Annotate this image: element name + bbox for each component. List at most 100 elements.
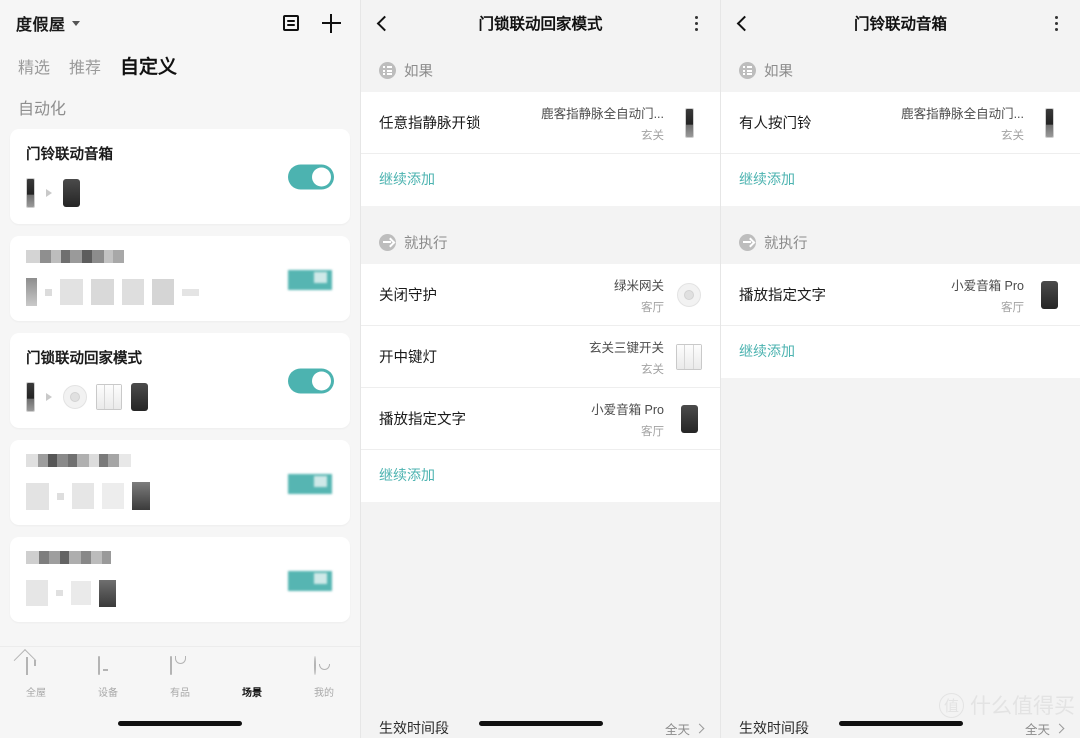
nav-label: 场景 xyxy=(242,688,262,699)
automation-toggle[interactable] xyxy=(284,565,336,595)
arrow-separator-icon xyxy=(46,393,52,401)
trigger-name: 任意指静脉开锁 xyxy=(379,116,481,132)
automation-toggle[interactable] xyxy=(284,468,336,498)
automation-list-panel: 度假屋 精选 推荐 自定义 自动化 门铃联动音箱 门锁联动回家模式 全屋 设备 … xyxy=(0,0,360,738)
detail-body: 如果 任意指静脉开锁 鹿客指静脉全自动门... 玄关 继续添加 就执行 关闭守护… xyxy=(361,46,720,502)
three-key-switch-icon xyxy=(96,384,122,410)
nav-item-devices[interactable]: 设备 xyxy=(72,656,144,699)
continue-add-link[interactable]: 继续添加 xyxy=(379,467,435,483)
home-icon xyxy=(25,657,47,678)
nav-item-youpin[interactable]: 有品 xyxy=(144,656,216,699)
left-header: 度假屋 xyxy=(0,0,360,46)
section-title: 就执行 xyxy=(404,236,448,252)
trigger-name: 有人按门铃 xyxy=(739,116,812,132)
automation-title: 门锁联动回家模式 xyxy=(26,351,142,367)
section-header-if: 如果 xyxy=(721,46,1080,92)
action-list: 关闭守护 绿米网关 客厅 开中键灯 玄关三键开关 玄关 播放指定文字 小爱音箱 … xyxy=(361,264,720,502)
effective-period-value-wrap[interactable]: 全天 xyxy=(1025,719,1065,738)
home-name[interactable]: 度假屋 xyxy=(16,11,66,35)
effective-period-label: 生效时间段 xyxy=(379,720,449,736)
scene-hexagon-icon xyxy=(242,657,263,678)
three-key-switch-icon xyxy=(676,343,702,370)
action-row[interactable]: 播放指定文字 小爱音箱 Pro 客厅 xyxy=(361,388,720,450)
blurred-title xyxy=(26,551,334,564)
speaker-icon xyxy=(676,404,702,433)
nav-item-whole-house[interactable]: 全屋 xyxy=(0,657,72,699)
continue-add-link[interactable]: 继续添加 xyxy=(379,171,435,187)
effective-period-value-wrap[interactable]: 全天 xyxy=(664,719,705,738)
effective-period-row[interactable]: 生效时间段 全天 xyxy=(721,702,1080,738)
action-add-row[interactable]: 继续添加 xyxy=(361,450,720,502)
automation-card-blurred[interactable] xyxy=(10,440,350,525)
detail-footer: 生效时间段 全天 值 什么值得买 xyxy=(721,692,1080,738)
effective-period-value: 全天 xyxy=(664,722,690,737)
device-icon xyxy=(97,656,119,678)
nav-item-scenes[interactable]: 场景 xyxy=(216,657,288,699)
tab-featured[interactable]: 精选 xyxy=(18,54,50,78)
trigger-row[interactable]: 有人按门铃 鹿客指静脉全自动门... 玄关 xyxy=(721,92,1080,154)
device-name: 绿米网关 xyxy=(613,278,664,293)
chevron-down-icon[interactable] xyxy=(71,20,80,26)
action-row[interactable]: 开中键灯 玄关三键开关 玄关 xyxy=(361,326,720,388)
section-label-automation: 自动化 xyxy=(18,101,67,118)
kebab-menu-icon[interactable] xyxy=(1051,12,1062,35)
gateway-icon xyxy=(63,385,87,409)
room-name: 客厅 xyxy=(641,301,664,314)
automation-card-blurred[interactable] xyxy=(10,236,350,321)
page-title: 门锁联动回家模式 xyxy=(478,16,603,33)
action-name: 关闭守护 xyxy=(379,288,437,304)
shop-bag-icon xyxy=(169,656,191,678)
arrow-circle-icon xyxy=(739,234,756,251)
action-meta: 小爱音箱 Pro 客厅 xyxy=(591,399,664,439)
automation-detail-panel-doorbell: 门铃联动音箱 如果 有人按门铃 鹿客指静脉全自动门... 玄关 继续添加 就执行… xyxy=(720,0,1080,738)
door-lock-icon xyxy=(26,178,35,208)
section-header-then: 就执行 xyxy=(721,218,1080,264)
action-add-row[interactable]: 继续添加 xyxy=(721,326,1080,378)
chevron-left-icon[interactable] xyxy=(376,15,393,31)
plus-icon[interactable] xyxy=(318,10,344,36)
automation-card[interactable]: 门锁联动回家模式 xyxy=(10,333,350,428)
chevron-left-icon[interactable] xyxy=(736,15,753,31)
profile-smiley-icon xyxy=(313,656,335,678)
section-gap xyxy=(361,206,720,218)
list-circle-icon xyxy=(739,62,756,79)
action-meta: 小爱音箱 Pro 客厅 xyxy=(951,275,1024,315)
action-meta: 玄关三键开关 玄关 xyxy=(589,337,664,377)
kebab-menu-icon[interactable] xyxy=(691,12,702,35)
automation-toggle[interactable] xyxy=(284,264,336,294)
automation-card-blurred[interactable] xyxy=(10,537,350,622)
continue-add-link[interactable]: 继续添加 xyxy=(739,343,795,359)
device-name: 玄关三键开关 xyxy=(588,340,664,355)
action-name: 开中键灯 xyxy=(379,350,437,366)
detail-footer: 生效时间段 全天 xyxy=(361,702,720,738)
bottom-nav-bar: 全屋 设备 有品 场景 我的 xyxy=(0,646,360,738)
automation-toggle[interactable] xyxy=(288,368,334,393)
trigger-add-row[interactable]: 继续添加 xyxy=(721,154,1080,206)
tab-custom[interactable]: 自定义 xyxy=(120,52,177,79)
nav-item-profile[interactable]: 我的 xyxy=(288,656,360,699)
speaker-icon xyxy=(131,383,148,411)
continue-add-link[interactable]: 继续添加 xyxy=(739,171,795,187)
section-header-if: 如果 xyxy=(361,46,720,92)
automation-card[interactable]: 门铃联动音箱 xyxy=(10,129,350,224)
device-name: 鹿客指静脉全自动门... xyxy=(901,106,1024,121)
action-row[interactable]: 播放指定文字 小爱音箱 Pro 客厅 xyxy=(721,264,1080,326)
section-header-then: 就执行 xyxy=(361,218,720,264)
device-name: 鹿客指静脉全自动门... xyxy=(541,106,664,121)
trigger-row[interactable]: 任意指静脉开锁 鹿客指静脉全自动门... 玄关 xyxy=(361,92,720,154)
nav-label: 有品 xyxy=(170,688,190,699)
effective-period-label: 生效时间段 xyxy=(739,720,809,736)
section-title: 就执行 xyxy=(764,236,808,252)
tab-recommended[interactable]: 推荐 xyxy=(69,54,101,78)
action-row[interactable]: 关闭守护 绿米网关 客厅 xyxy=(361,264,720,326)
automation-toggle[interactable] xyxy=(288,164,334,189)
effective-period-row[interactable]: 生效时间段 全天 xyxy=(361,702,720,738)
trigger-add-row[interactable]: 继续添加 xyxy=(361,154,720,206)
trigger-list: 任意指静脉开锁 鹿客指静脉全自动门... 玄关 继续添加 xyxy=(361,92,720,206)
nav-label: 我的 xyxy=(314,688,334,699)
nav-label: 全屋 xyxy=(26,688,46,699)
room-name: 客厅 xyxy=(1001,301,1024,314)
section-title: 如果 xyxy=(764,64,793,80)
list-box-icon[interactable] xyxy=(278,10,304,36)
app-screenshot: 度假屋 精选 推荐 自定义 自动化 门铃联动音箱 门锁联动回家模式 全屋 设备 … xyxy=(0,0,1080,738)
